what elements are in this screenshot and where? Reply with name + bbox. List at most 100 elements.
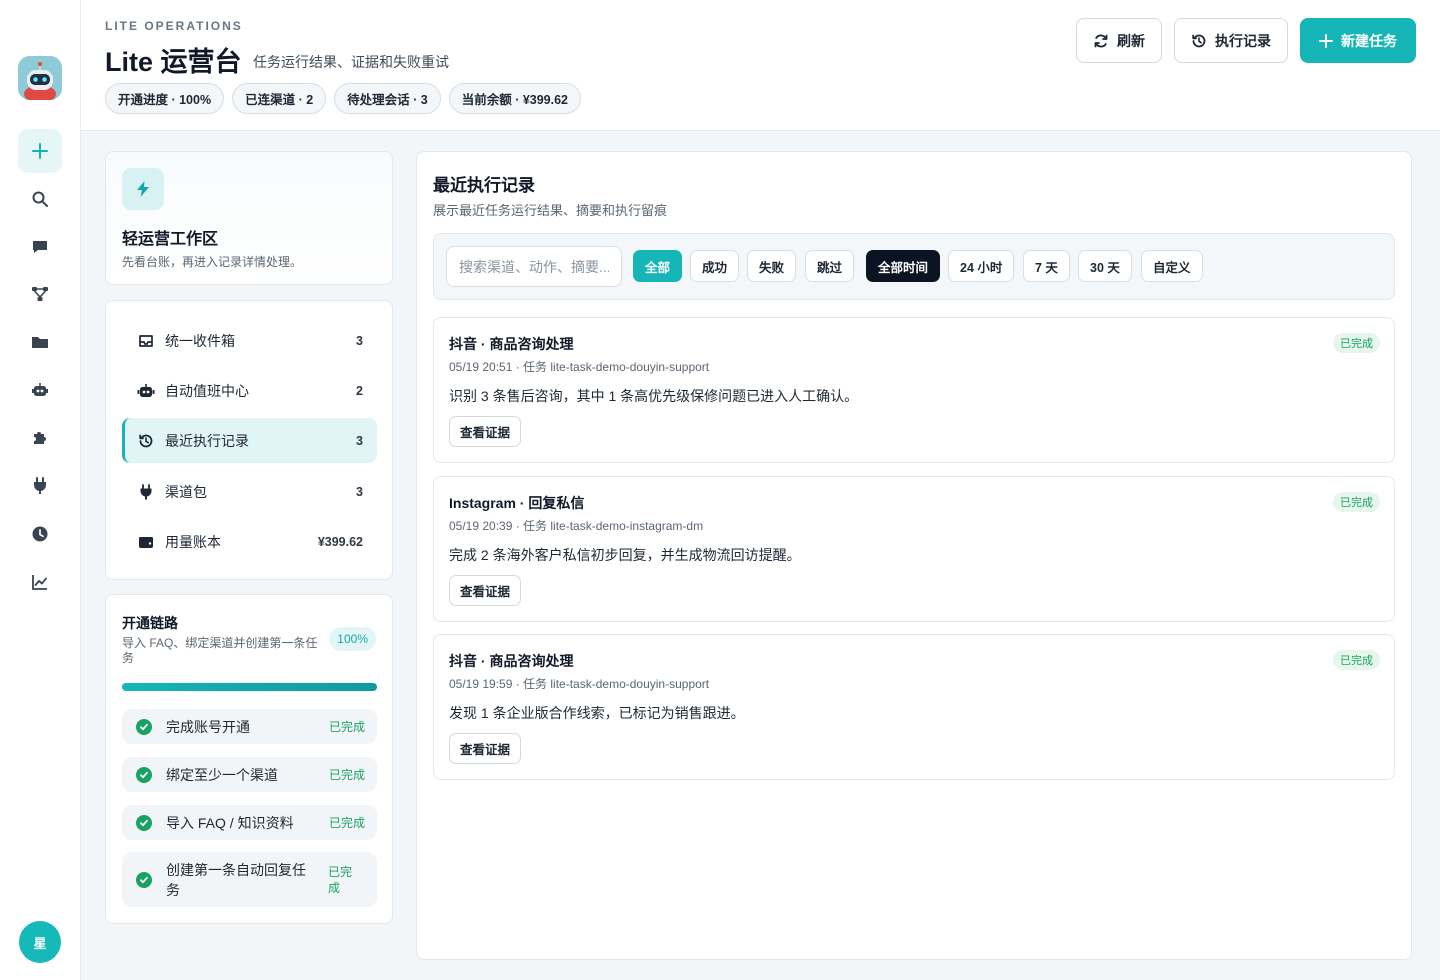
onboarding-title: 开通链路: [122, 615, 178, 631]
chip-pending: 待处理会话 · 3: [334, 83, 441, 114]
record-title: 抖音 · 商品咨询处理: [449, 336, 574, 352]
rail-plug-icon[interactable]: [18, 464, 62, 508]
nav-count: 3: [356, 433, 363, 448]
time-filter-7d[interactable]: 7 天: [1023, 250, 1070, 282]
view-evidence-button[interactable]: 查看证据: [449, 733, 522, 764]
step-label: 绑定至少一个渠道: [166, 766, 278, 783]
refresh-icon: [1094, 34, 1108, 47]
nav-item-recent-runs[interactable]: 最近执行记录 3: [122, 418, 377, 463]
nav-label: 渠道包: [165, 483, 207, 500]
view-evidence-button[interactable]: 查看证据: [449, 416, 522, 447]
left-rail: 星: [0, 0, 81, 980]
step-label: 导入 FAQ / 知识资料: [166, 814, 294, 831]
chip-progress: 开通进度 · 100%: [105, 83, 225, 114]
time-filter-custom[interactable]: 自定义: [1141, 250, 1203, 282]
workspace-panel: 轻运营工作区 先看台账，再进入记录详情处理。: [105, 151, 393, 285]
status-badge: 已完成: [1333, 650, 1380, 670]
onboarding-progress-bar: [122, 683, 377, 691]
record-meta: 05/19 19:59 · 任务 lite-task-demo-douyin-s…: [449, 677, 710, 691]
onboarding-step: 创建第一条自动回复任务 已完成: [122, 852, 377, 907]
record-title: 抖音 · 商品咨询处理: [449, 653, 574, 669]
new-task-button[interactable]: 新建任务: [1300, 18, 1416, 63]
rail-folder-icon[interactable]: [18, 320, 62, 364]
new-task-label: 新建任务: [1341, 32, 1397, 49]
rail-chat-icon[interactable]: [18, 225, 62, 269]
onboarding-step: 导入 FAQ / 知识资料 已完成: [122, 805, 377, 840]
view-evidence-button[interactable]: 查看证据: [449, 575, 522, 606]
filter-all[interactable]: 全部: [633, 250, 683, 282]
nav-count: 2: [356, 383, 363, 398]
step-label: 完成账号开通: [166, 718, 250, 735]
header-actions: 刷新 执行记录 新建任务: [1076, 18, 1416, 63]
workspace-desc: 先看台账，再进入记录详情处理。: [122, 255, 303, 269]
nav-label: 自动值班中心: [165, 382, 249, 399]
step-status: 已完成: [328, 815, 365, 830]
avatar[interactable]: 星: [19, 921, 61, 963]
chip-balance: 当前余额 · ¥399.62: [448, 83, 582, 114]
rail-flow-icon[interactable]: [18, 272, 62, 316]
filter-bar: 全部 成功 失败 跳过 全部时间 24 小时 7 天 30 天 自定义: [433, 233, 1395, 300]
section-desc: 展示最近任务运行结果、摘要和执行留痕: [433, 203, 668, 218]
plug-icon: [136, 483, 156, 500]
nav-label: 统一收件箱: [165, 332, 235, 349]
nav-count: 3: [356, 484, 363, 499]
rail-chart-icon[interactable]: [18, 560, 62, 604]
check-circle-icon: [136, 766, 152, 783]
rail-plus-icon[interactable]: [18, 129, 62, 173]
history-button[interactable]: 执行记录: [1174, 18, 1288, 63]
onboarding-percent-badge: 100%: [329, 627, 376, 651]
nav-item-auto-duty[interactable]: 自动值班中心 2: [122, 368, 377, 413]
nav-label: 最近执行记录: [165, 432, 249, 449]
onboarding-progress-fill: [122, 683, 377, 691]
rail-search-icon[interactable]: [18, 177, 62, 221]
record-summary: 识别 3 条售后咨询，其中 1 条高优先级保修问题已进入人工确认。: [449, 388, 859, 404]
run-record-card: Instagram · 回复私信 05/19 20:39 · 任务 lite-t…: [433, 476, 1395, 622]
onboarding-step: 绑定至少一个渠道 已完成: [122, 757, 377, 792]
status-badge: 已完成: [1333, 492, 1380, 512]
nav-count: 3: [356, 333, 363, 348]
search-input[interactable]: [446, 246, 622, 287]
check-circle-icon: [136, 718, 152, 735]
eyebrow-label: LITE OPERATIONS: [105, 19, 243, 33]
record-meta: 05/19 20:51 · 任务 lite-task-demo-douyin-s…: [449, 360, 710, 374]
run-record-card: 抖音 · 商品咨询处理 05/19 20:51 · 任务 lite-task-d…: [433, 317, 1395, 463]
step-status: 已完成: [328, 719, 365, 734]
nav-item-inbox[interactable]: 统一收件箱 3: [122, 318, 377, 363]
filter-failed[interactable]: 失败: [747, 250, 797, 282]
step-status: 已完成: [328, 767, 365, 782]
refresh-label: 刷新: [1117, 32, 1145, 49]
filter-skipped[interactable]: 跳过: [805, 250, 855, 282]
inbox-icon: [136, 333, 156, 349]
nav-item-channel-pack[interactable]: 渠道包 3: [122, 469, 377, 514]
page-header: LITE OPERATIONS Lite 运营台 任务运行结果、证据和失败重试 …: [81, 0, 1440, 131]
history-icon: [136, 433, 156, 449]
recent-runs-panel: 最近执行记录 展示最近任务运行结果、摘要和执行留痕 全部 成功 失败 跳过 全部…: [416, 151, 1412, 960]
record-summary: 完成 2 条海外客户私信初步回复，并生成物流回访提醒。: [449, 547, 801, 563]
section-title: 最近执行记录: [433, 176, 535, 195]
time-filter-all[interactable]: 全部时间: [866, 250, 941, 282]
record-meta: 05/19 20:39 · 任务 lite-task-demo-instagra…: [449, 519, 704, 533]
record-summary: 发现 1 条企业版合作线索，已标记为销售跟进。: [449, 705, 745, 721]
robot-icon: [136, 383, 156, 399]
rail-robot-icon[interactable]: [18, 368, 62, 412]
time-filter-24h[interactable]: 24 小时: [948, 250, 1015, 282]
lightning-icon: [122, 168, 164, 210]
run-record-card: 抖音 · 商品咨询处理 05/19 19:59 · 任务 lite-task-d…: [433, 634, 1395, 780]
history-label: 执行记录: [1215, 32, 1271, 49]
time-filter-30d[interactable]: 30 天: [1078, 250, 1132, 282]
chip-channels: 已连渠道 · 2: [232, 83, 327, 114]
robot-logo-icon[interactable]: [18, 56, 62, 100]
record-title: Instagram · 回复私信: [449, 495, 585, 511]
rail-puzzle-icon[interactable]: [18, 416, 62, 460]
onboarding-desc: 导入 FAQ、绑定渠道并创建第一条任务: [122, 636, 318, 665]
nav-label: 用量账本: [165, 533, 221, 550]
nav-item-usage-ledger[interactable]: 用量账本 ¥399.62: [122, 519, 377, 564]
status-chips: 开通进度 · 100% 已连渠道 · 2 待处理会话 · 3 当前余额 · ¥3…: [105, 83, 582, 114]
plus-icon: [1319, 33, 1333, 48]
workspace-title: 轻运营工作区: [122, 231, 219, 248]
rail-clock-icon[interactable]: [18, 512, 62, 556]
filter-success[interactable]: 成功: [690, 250, 740, 282]
onboarding-step: 完成账号开通 已完成: [122, 709, 377, 744]
refresh-button[interactable]: 刷新: [1076, 18, 1162, 63]
nav-count: ¥399.62: [317, 534, 363, 549]
